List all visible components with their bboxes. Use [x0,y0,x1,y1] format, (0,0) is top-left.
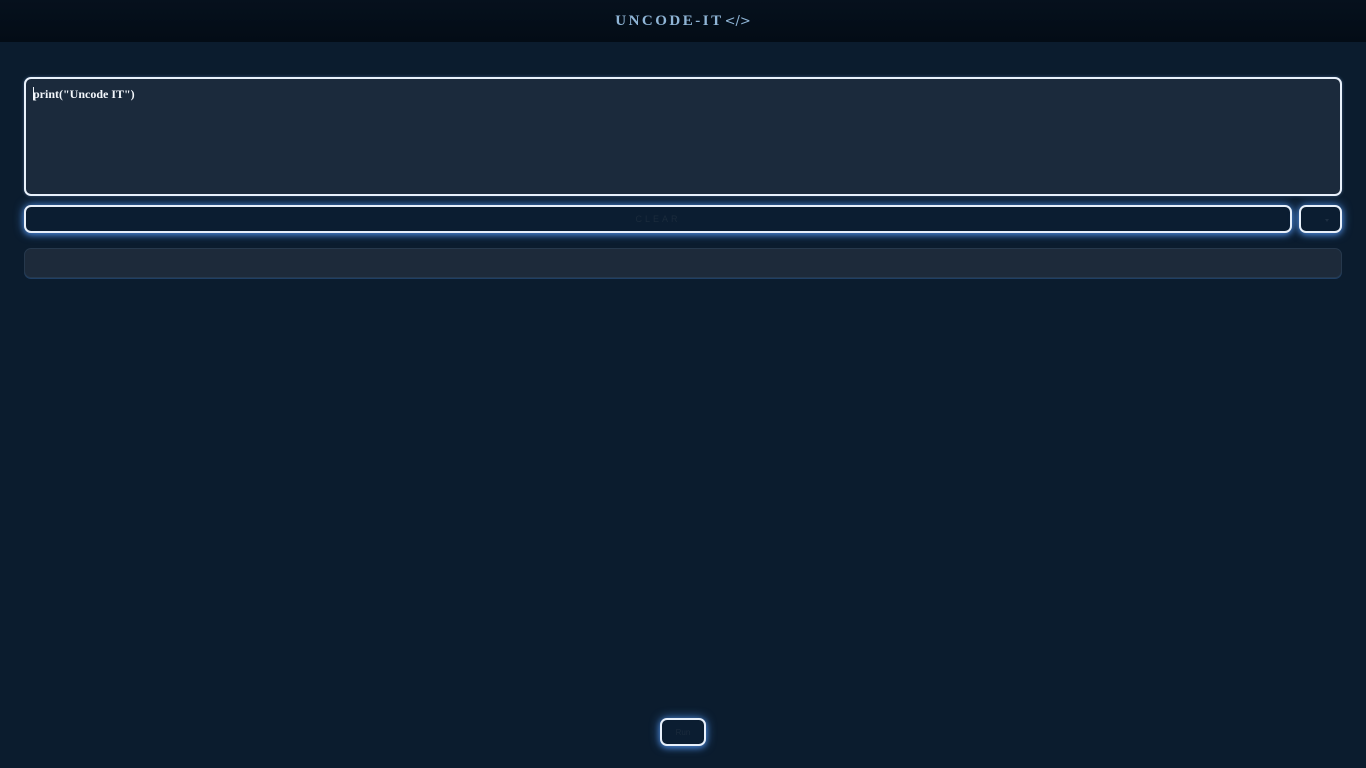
code-editor-text: print("Uncode IT") [33,87,135,101]
app-title-text: UNCODE-IT [615,12,724,29]
clear-button[interactable]: CLEAR [24,205,1292,233]
chevron-down-icon [1325,219,1329,222]
output-panel [24,248,1342,278]
app-title: UNCODE-IT </> [615,13,751,30]
app-header: UNCODE-IT </> [0,0,1366,42]
clear-button-label: CLEAR [635,214,681,224]
run-button-label: Run [675,727,691,737]
run-button[interactable]: Run [660,718,706,746]
language-dropdown-button[interactable] [1299,205,1342,233]
code-editor[interactable]: print("Uncode IT") [24,77,1342,196]
code-icon: </> [724,13,751,29]
